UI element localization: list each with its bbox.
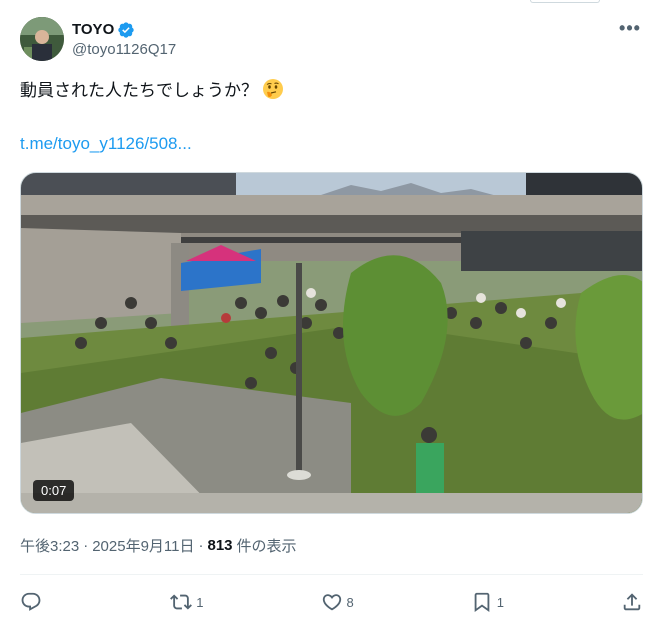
video-thumbnail [21, 173, 642, 513]
share-icon [623, 593, 641, 611]
video-duration: 0:07 [33, 480, 75, 501]
tweet-date[interactable]: 2025年9月11日 [92, 535, 194, 556]
more-icon[interactable]: ••• [619, 17, 641, 39]
share-button[interactable] [621, 591, 643, 613]
meta-separator: · [198, 537, 204, 554]
divider [20, 574, 643, 575]
tweet-link[interactable]: t.me/toyo_y1126/508... [20, 134, 192, 154]
action-bar: 1 8 1 [20, 588, 643, 616]
like-icon [322, 594, 341, 611]
like-count: 8 [346, 594, 354, 610]
bookmark-button[interactable]: 1 [471, 591, 511, 613]
tweet-text: 動員された人たちでしょうか？ [20, 78, 284, 103]
video-player[interactable]: 0:07 [20, 172, 643, 514]
display-name[interactable]: TOYO [72, 21, 114, 38]
bookmark-count: 1 [496, 594, 504, 610]
retweet-icon [170, 594, 193, 610]
tweet-time[interactable]: 午後3:23 [20, 535, 79, 556]
reply-icon [21, 592, 41, 611]
handle[interactable]: @toyo1126Q17 [72, 41, 176, 58]
tweet-header: TOYO @toyo1126Q17 ••• [20, 15, 643, 63]
view-count: 813 [207, 537, 233, 554]
tweet-body: 動員された人たちでしょうか？ [20, 81, 258, 100]
thinking-face-emoji [262, 78, 284, 100]
top-tab-edge [530, 0, 600, 3]
view-label: 件の表示 [236, 538, 297, 555]
bookmark-icon [474, 592, 490, 613]
tweet-meta: 午後3:23 · 2025年9月11日 · 813 件の表示 [20, 535, 297, 556]
retweet-button[interactable]: 1 [170, 591, 210, 613]
meta-separator: · [83, 537, 89, 554]
retweet-count: 1 [196, 594, 204, 610]
verified-badge-icon [117, 21, 135, 39]
avatar[interactable] [20, 17, 64, 61]
author-names: TOYO @toyo1126Q17 [72, 21, 176, 58]
like-button[interactable]: 8 [321, 591, 361, 613]
reply-button[interactable] [20, 591, 60, 613]
